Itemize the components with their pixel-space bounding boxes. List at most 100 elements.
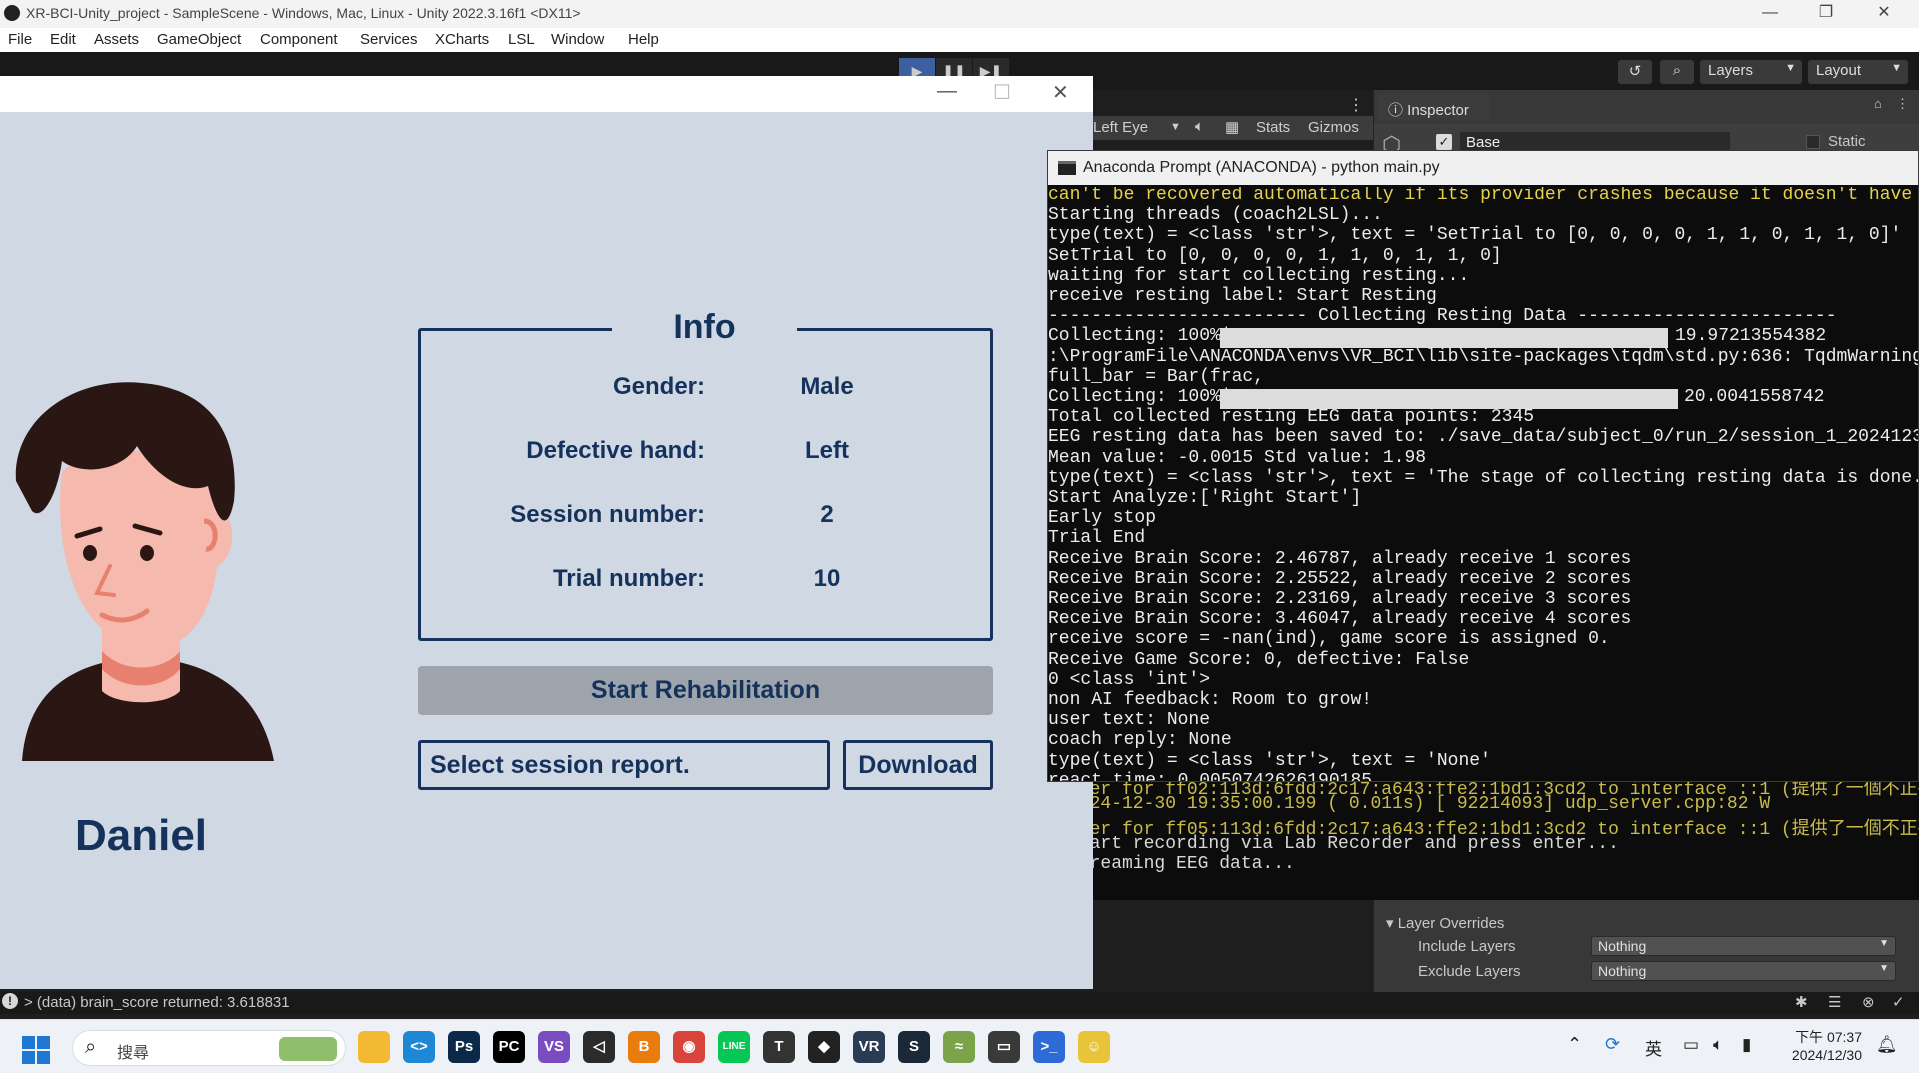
lsl-icon[interactable]: ≈ — [943, 1031, 975, 1063]
notification-bell-icon[interactable]: 🔔︎ — [1876, 1035, 1898, 1055]
exclude-layers-dropdown[interactable]: Nothing ▼ — [1591, 961, 1896, 981]
start-rehabilitation-button[interactable]: Start Rehabilitation — [418, 666, 993, 715]
menu-assets[interactable]: Assets — [94, 31, 139, 48]
terminal-line: :\ProgramFile\ANACONDA\envs\VR_BCI\lib\s… — [1048, 346, 1919, 367]
eye-dropdown[interactable]: Left Eye — [1093, 119, 1148, 136]
photoshop-icon[interactable]: Ps — [448, 1031, 480, 1063]
windows-taskbar: ⌕ 搜尋 ⌃ ⟳ 英 ▭ 🔈︎ ▮ 下午 07:37 2024/12/30 🔔︎… — [0, 1019, 1919, 1073]
taskbar-search[interactable]: ⌕ 搜尋 — [72, 1030, 346, 1066]
minimize-icon[interactable]: — — [1742, 0, 1798, 28]
gizmos-button[interactable]: Gizmos — [1308, 119, 1359, 136]
grid-icon[interactable]: ▦ — [1225, 118, 1239, 136]
close-icon[interactable]: ✕ — [1052, 80, 1069, 105]
avatar-eye — [140, 545, 154, 561]
avatar — [15, 382, 274, 761]
terminal-output: can't be recovered automatically if its … — [1048, 187, 1919, 781]
menu-edit[interactable]: Edit — [50, 31, 76, 48]
terminal-icon[interactable]: ▭ — [988, 1031, 1020, 1063]
clock-date[interactable]: 2024/12/30 — [1788, 1047, 1862, 1063]
terminal-line: Streaming EEG data... — [1068, 854, 1295, 874]
search-icon[interactable]: ⌕ — [1660, 60, 1694, 84]
terminal-line: Collecting: 100%| — [1048, 387, 1232, 407]
background-terminal[interactable]: nder for ff02:113d:6fdd:2c17:a643:ffe2:1… — [1068, 776, 1919, 900]
clock-time[interactable]: 下午 07:37 — [1790, 1027, 1862, 1047]
active-checkbox[interactable]: ✓ — [1436, 134, 1452, 150]
chevron-up-icon[interactable]: ⌃ — [1567, 1034, 1582, 1055]
chevron-down-icon: ▼ — [1785, 62, 1796, 74]
menu-file[interactable]: File — [8, 31, 32, 48]
menu-lsl[interactable]: LSL — [508, 31, 535, 48]
menu-help[interactable]: Help — [628, 31, 659, 48]
terminal-line: EEG resting data has been saved to: ./sa… — [1048, 427, 1919, 448]
debug-icon[interactable]: ✱ — [1795, 993, 1808, 1011]
vr-icon[interactable]: VR — [853, 1031, 885, 1063]
window-title: XR-BCI-Unity_project - SampleScene - Win… — [26, 5, 581, 21]
layers-dropdown[interactable]: Layers ▼ — [1700, 60, 1802, 84]
maximize-icon[interactable]: ☐ — [993, 80, 1011, 105]
terminal-line: SetTrial to [0, 0, 0, 0, 1, 1, 0, 1, 1, … — [1048, 245, 1502, 266]
history-icon[interactable]: ↺ — [1618, 60, 1652, 84]
console-status-message[interactable]: > (data) brain_score returned: 3.618831 — [24, 994, 290, 1011]
blender-icon[interactable]: B — [628, 1031, 660, 1063]
terminal-line: coach reply: None — [1048, 730, 1232, 751]
file-explorer-icon[interactable] — [358, 1031, 390, 1063]
powershell-icon[interactable]: >_ — [1033, 1031, 1065, 1063]
windows-start-icon[interactable] — [22, 1036, 50, 1064]
audio-icon[interactable]: 🔈︎ — [1195, 118, 1204, 135]
menu-bar: File Edit Assets GameObject Component Se… — [0, 28, 1919, 52]
display-icon[interactable]: ▭ — [1683, 1035, 1699, 1055]
pycharm-icon[interactable]: PC — [493, 1031, 525, 1063]
chrome-icon[interactable]: ◉ — [673, 1031, 705, 1063]
minimize-icon[interactable]: — — [937, 80, 957, 103]
chevron-down-icon: ▼ — [1879, 938, 1889, 949]
menu-window[interactable]: Window — [551, 31, 604, 48]
close-icon[interactable]: ✕ — [1856, 0, 1912, 28]
restore-icon[interactable]: ❐ — [1798, 0, 1854, 28]
stats-button[interactable]: Stats — [1256, 119, 1290, 136]
line-icon[interactable]: LINE — [718, 1031, 750, 1063]
terminal-line: Receive Brain Score: 3.46047, already re… — [1048, 609, 1632, 630]
chevron-down-icon: ▼ — [1879, 963, 1889, 974]
terminal-line: waiting for start collecting resting... — [1048, 265, 1470, 286]
typora-icon[interactable]: T — [763, 1031, 795, 1063]
static-checkbox[interactable] — [1806, 135, 1820, 149]
session-number-value: 2 — [820, 501, 834, 528]
rehab-app-window: — ☐ ✕ Daniel Info Gender: Male Defective… — [0, 76, 1093, 989]
session-report-select[interactable]: Select session report. — [418, 740, 830, 790]
download-button[interactable]: Download — [843, 740, 993, 790]
unity-hub-icon[interactable]: ◁ — [583, 1031, 615, 1063]
terminal-line: type(text) = <class 'str'>, text = 'None… — [1048, 750, 1491, 771]
pet-icon[interactable]: ☺ — [1078, 1031, 1110, 1063]
steam-icon[interactable]: S — [898, 1031, 930, 1063]
network-icon[interactable]: ⊗ — [1862, 993, 1875, 1011]
menu-xcharts[interactable]: XCharts — [435, 31, 489, 48]
layout-dropdown[interactable]: Layout ▼ — [1808, 60, 1908, 84]
menu-services[interactable]: Services — [360, 31, 418, 48]
terminal-title: Anaconda Prompt (ANACONDA) - python main… — [1083, 159, 1440, 176]
vscode-icon[interactable]: <> — [403, 1031, 435, 1063]
unity-icon[interactable]: ◆ — [808, 1031, 840, 1063]
include-layers-dropdown[interactable]: Nothing ▼ — [1591, 936, 1896, 956]
menu-gameobject[interactable]: GameObject — [157, 31, 241, 48]
menu-component[interactable]: Component — [260, 31, 338, 48]
search-icon: ⌕ — [85, 1036, 97, 1058]
tab-inspector[interactable]: ⓘ Inspector — [1378, 94, 1490, 120]
sync-icon[interactable]: ⟳ — [1605, 1034, 1620, 1055]
check-icon[interactable]: ✓ — [1892, 993, 1905, 1011]
trial-number-label: Trial number: — [552, 565, 705, 592]
volume-icon[interactable]: 🔈︎ — [1713, 1035, 1723, 1055]
terminal-line: user text: None — [1048, 710, 1211, 731]
visual-studio-icon[interactable]: VS — [538, 1031, 570, 1063]
anaconda-prompt-window[interactable]: Anaconda Prompt (ANACONDA) - python main… — [1047, 150, 1919, 782]
layer-overrides-foldout[interactable]: ▾ Layer Overrides — [1386, 914, 1504, 932]
layers-stack-icon[interactable]: ☰ — [1828, 993, 1841, 1011]
avatar-eye — [83, 545, 97, 561]
terminal-line: receive score = -nan(ind), game score is… — [1048, 629, 1610, 650]
terminal-line: Total collected resting EEG data points:… — [1048, 407, 1535, 428]
battery-icon[interactable]: ▮ — [1742, 1035, 1751, 1055]
more-icon[interactable]: ⋮ — [1896, 96, 1909, 112]
more-icon[interactable]: ⋮ — [1348, 95, 1364, 115]
search-placeholder: 搜尋 — [117, 1045, 150, 1062]
lock-icon[interactable]: ⌂ — [1874, 96, 1882, 111]
ime-indicator[interactable]: 英 — [1645, 1035, 1662, 1060]
